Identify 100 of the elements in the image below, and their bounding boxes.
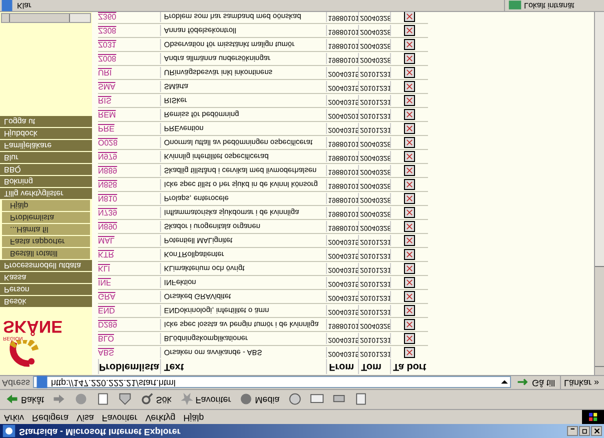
go-button[interactable]: Gå till <box>514 376 557 390</box>
code-link[interactable]: O028 <box>98 136 160 148</box>
column-header: From <box>326 359 358 374</box>
delete-button[interactable] <box>404 95 415 106</box>
delete-button[interactable] <box>404 25 415 36</box>
horizontal-scrollbar[interactable] <box>1 13 91 23</box>
delete-button[interactable] <box>404 179 415 190</box>
zone-text: Lokalt intranät <box>524 0 574 12</box>
column-header: Tom <box>358 359 390 374</box>
code-link[interactable]: KLI <box>98 262 160 274</box>
restore-button[interactable] <box>579 426 590 436</box>
star-icon <box>180 392 194 406</box>
code-link[interactable]: ABS <box>98 346 160 358</box>
delete-button[interactable] <box>404 12 415 22</box>
code-link[interactable]: REM <box>98 108 160 120</box>
delete-button[interactable] <box>404 193 415 204</box>
code-link[interactable]: KTR <box>98 248 160 260</box>
delete-button[interactable] <box>404 305 415 316</box>
delete-button[interactable] <box>404 235 415 246</box>
address-field[interactable]: http://147.220.222.21/start.html <box>51 376 498 390</box>
code-link[interactable]: END <box>98 304 160 316</box>
delete-button[interactable] <box>404 207 415 218</box>
delete-button[interactable] <box>404 123 415 134</box>
code-link[interactable]: Z308 <box>98 24 160 36</box>
delete-button[interactable] <box>404 263 415 274</box>
windows-logo-icon <box>582 410 604 424</box>
network-icon <box>508 0 522 12</box>
code-link[interactable]: SMA <box>98 80 160 92</box>
delete-button[interactable] <box>404 67 415 78</box>
code-link[interactable]: N890 <box>98 220 160 232</box>
restore-icon <box>582 428 588 434</box>
sidebar-link[interactable]: Logga ut <box>0 116 92 127</box>
code-link[interactable]: N979 <box>98 150 160 162</box>
sidebar-link[interactable]: Bokning <box>0 176 92 187</box>
delete-button[interactable] <box>404 277 415 288</box>
delete-button[interactable] <box>404 319 415 330</box>
code-link[interactable]: Z360 <box>98 12 160 22</box>
search-button[interactable]: Sök <box>137 390 175 408</box>
back-button[interactable]: Bakåt <box>2 390 48 408</box>
delete-button[interactable] <box>404 81 415 92</box>
address-bar[interactable]: http://147.220.222.21/start.html <box>33 376 511 388</box>
window-title: Startsida - Microsoft Internet Explorer <box>19 426 181 438</box>
sidebar-link[interactable]: Problemlista <box>2 212 90 223</box>
code-link[interactable]: URI <box>98 66 160 78</box>
delete-button[interactable] <box>404 137 415 148</box>
sidebar-link[interactable]: Hjälp <box>2 200 90 211</box>
delete-button[interactable] <box>404 249 415 260</box>
code-link[interactable]: N739 <box>98 206 160 218</box>
code-link[interactable]: PRE <box>98 122 160 134</box>
sidebar-link[interactable]: BBQ <box>0 164 92 175</box>
search-icon <box>140 392 154 406</box>
sidebar-link[interactable]: Kassa <box>0 272 92 283</box>
sidebar-link[interactable]: Beställ rotatill <box>2 248 90 259</box>
menu-item[interactable]: Verktyg <box>141 410 180 424</box>
close-button[interactable] <box>591 426 602 436</box>
sidebar-link[interactable]: Fasta rapporter <box>2 236 90 247</box>
code-link[interactable]: GRA <box>98 290 160 302</box>
code-link[interactable]: MAL <box>98 234 160 246</box>
code-link[interactable]: BLO <box>98 332 160 344</box>
menu-item[interactable]: Visa <box>72 410 98 424</box>
document-icon <box>96 392 110 406</box>
delete-button[interactable] <box>404 109 415 120</box>
sidebar-link[interactable]: Tillg verktyglister <box>0 188 92 199</box>
sidebar-link[interactable]: Hjubdock <box>0 128 92 139</box>
sidebar-link[interactable]: Familjeläkare <box>0 140 92 151</box>
delete-button[interactable] <box>404 165 415 176</box>
sidebar-link[interactable]: Blur <box>0 152 92 163</box>
sidebar-link[interactable]: ...Hämta fil <box>2 224 90 235</box>
delete-button[interactable] <box>404 221 415 232</box>
delete-button[interactable] <box>404 333 415 344</box>
sidebar-link[interactable]: Besök <box>0 296 92 307</box>
favorites-button[interactable]: Favoriter <box>176 390 234 408</box>
column-header: Problemlista <box>98 359 160 374</box>
code-link[interactable]: N858 <box>98 178 160 190</box>
document-icon <box>354 392 368 406</box>
menu-item[interactable]: Hjälp <box>179 410 208 424</box>
column-header: Text <box>160 359 326 374</box>
code-link[interactable]: D289 <box>98 318 160 330</box>
close-icon <box>594 428 600 434</box>
code-link[interactable]: INF <box>98 276 160 288</box>
delete-button[interactable] <box>404 151 415 162</box>
address-label: Adress <box>2 377 30 390</box>
code-link[interactable]: Z031 <box>98 38 160 50</box>
minimize-button[interactable] <box>567 426 578 436</box>
menu-item[interactable]: Redigera <box>28 410 73 424</box>
media-button[interactable]: Media <box>236 390 283 408</box>
delete-button[interactable] <box>404 347 415 358</box>
code-link[interactable]: RIS <box>98 94 160 106</box>
code-link[interactable]: N889 <box>98 164 160 176</box>
delete-button[interactable] <box>404 53 415 64</box>
delete-button[interactable] <box>404 39 415 50</box>
code-link[interactable]: Z008 <box>98 52 160 64</box>
vertical-scrollbar[interactable] <box>594 12 604 375</box>
menu-item[interactable]: Arkiv <box>0 410 28 424</box>
delete-button[interactable] <box>404 291 415 302</box>
menu-item[interactable]: Favoriter <box>98 410 142 424</box>
sidebar-link[interactable]: Person <box>0 284 92 295</box>
browser-icon <box>2 424 16 438</box>
sidebar-link[interactable]: Processmodell utdata <box>0 260 92 271</box>
code-link[interactable]: N810 <box>98 192 160 204</box>
